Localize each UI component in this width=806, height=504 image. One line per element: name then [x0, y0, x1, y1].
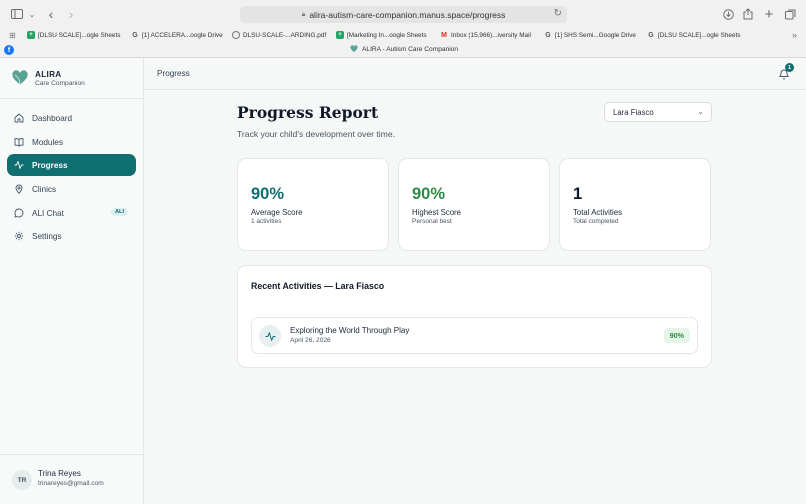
share-icon[interactable]	[742, 5, 754, 23]
activity-score-badge: 90%	[663, 328, 690, 343]
top-bar: Progress 1	[144, 58, 806, 90]
browser-toolbar: ⌄ ‹ › 🔒︎ alira-autism-care-companion.man…	[0, 0, 806, 28]
bookmark-item[interactable]: G [1] SHS Semi...Google Drive	[544, 28, 636, 42]
sidebar-item-label: Settings	[32, 231, 62, 241]
more-bookmarks-icon[interactable]: »	[792, 28, 797, 42]
compass-icon	[232, 31, 240, 39]
bookmark-item[interactable]: G [1] ACCELERA...oogle Drive	[131, 28, 223, 42]
sidebar-item-label: Modules	[32, 137, 63, 147]
book-icon	[14, 137, 24, 147]
notification-badge: 1	[785, 63, 794, 72]
brand-name: ALIRA	[35, 70, 62, 79]
forward-icon[interactable]: ›	[65, 5, 77, 23]
sidebar-item-modules[interactable]: Modules	[7, 131, 136, 153]
activity-name: Exploring the World Through Play	[290, 326, 410, 335]
bookmark-item[interactable]: DLSU-SCALE-...ARDING.pdf	[232, 28, 326, 42]
google-icon: G	[648, 31, 654, 39]
bookmark-label: [DLSU SCALE]...ogle Sheets	[658, 31, 741, 39]
heart-icon	[350, 45, 358, 52]
stat-card-highest: 90% Highest Score Personal best	[398, 158, 550, 251]
download-icon[interactable]	[721, 5, 735, 23]
chevron-down-icon: ⌄	[697, 107, 704, 116]
back-icon[interactable]: ‹	[45, 5, 57, 23]
sidebar-item-label: ALI Chat	[32, 208, 64, 218]
bookmark-item[interactable]: + [DLSU SCALE]...ogle Sheets	[27, 28, 120, 42]
gmail-icon: M	[441, 31, 447, 39]
url-text: alira-autism-care-companion.manus.space/…	[309, 9, 506, 20]
stat-hint: Total completed	[573, 218, 619, 225]
brand[interactable]: ALIRA Care Companion	[0, 58, 143, 99]
sidebar-item-progress[interactable]: Progress	[7, 154, 136, 176]
sidebar-item-ali-chat[interactable]: ALI Chat ALI	[7, 202, 136, 224]
stat-card-average: 90% Average Score 1 activities	[237, 158, 389, 251]
stat-hint: 1 activities	[251, 218, 282, 225]
bookmark-item[interactable]: G [DLSU SCALE]...ogle Sheets	[647, 28, 740, 42]
active-tab[interactable]: ALIRA - Autism Care Companion	[350, 45, 458, 53]
map-pin-icon	[14, 184, 24, 194]
user-profile[interactable]: TR Trina Reyes trinareyes@gmail.com	[0, 454, 143, 504]
address-bar[interactable]: 🔒︎ alira-autism-care-companion.manus.spa…	[240, 6, 567, 23]
tab-row: f ALIRA - Autism Care Companion	[0, 42, 806, 58]
stat-value: 90%	[412, 185, 446, 203]
brand-subtitle: Care Companion	[35, 80, 85, 87]
gear-icon	[14, 231, 24, 241]
stat-label: Highest Score	[412, 208, 461, 217]
page-subtitle: Track your child's development over time…	[237, 129, 395, 139]
lock-icon: 🔒︎	[301, 10, 306, 18]
main-content: Progress 1 Progress Report Track your ch…	[144, 58, 806, 504]
sidebar-item-label: Clinics	[32, 184, 57, 194]
bookmark-item[interactable]: M Inbox (15,966)...iversity Mail	[440, 28, 531, 42]
sidebar-item-settings[interactable]: Settings	[7, 225, 136, 247]
sheets-icon: +	[27, 31, 35, 39]
stat-value: 90%	[251, 185, 285, 203]
activity-icon	[14, 160, 24, 170]
stat-label: Average Score	[251, 208, 303, 217]
grid-icon[interactable]: ⊞	[9, 28, 16, 42]
recent-activities-title: Recent Activities — Lara Fiasco	[251, 281, 385, 291]
sidebar-toggle-icon[interactable]	[10, 5, 24, 23]
tab-title: ALIRA - Autism Care Companion	[362, 45, 459, 53]
ali-badge: ALI	[110, 208, 128, 216]
google-icon: G	[132, 31, 138, 39]
bookmark-label: [1] SHS Semi...Google Drive	[555, 31, 636, 39]
sidebar: ALIRA Care Companion Dashboard Modules P…	[0, 58, 144, 504]
home-icon	[14, 113, 24, 123]
bookmark-item[interactable]: + [Marketing In...oogle Sheets	[336, 28, 427, 42]
bookmark-label: Inbox (15,966)...iversity Mail	[451, 31, 531, 39]
chat-icon	[14, 208, 24, 218]
reload-icon[interactable]: ↻	[554, 8, 562, 19]
child-select[interactable]: Lara Fiasco ⌄	[604, 102, 712, 122]
facebook-icon[interactable]: f	[4, 45, 14, 55]
stat-value: 1	[573, 185, 583, 203]
browser-chrome: ⌄ ‹ › 🔒︎ alira-autism-care-companion.man…	[0, 0, 806, 58]
activity-date: April 26, 2026	[290, 337, 331, 344]
sidebar-item-label: Progress	[32, 160, 68, 170]
recent-activities-card: Recent Activities — Lara Fiasco Explorin…	[237, 265, 712, 368]
new-tab-icon[interactable]: +	[763, 5, 775, 23]
bookmark-label: DLSU-SCALE-...ARDING.pdf	[243, 31, 327, 39]
activity-item[interactable]: Exploring the World Through Play April 2…	[251, 317, 698, 354]
avatar: TR	[12, 470, 32, 490]
heart-logo-icon	[12, 70, 28, 85]
bookmark-label: [Marketing In...oogle Sheets	[347, 31, 427, 39]
chevron-down-icon[interactable]: ⌄	[28, 5, 36, 23]
user-name: Trina Reyes	[38, 469, 81, 478]
stat-card-total: 1 Total Activities Total completed	[559, 158, 711, 251]
sidebar-item-clinics[interactable]: Clinics	[7, 178, 136, 200]
page-title: Progress Report	[237, 103, 379, 122]
bookmark-label: [DLSU SCALE]...ogle Sheets	[38, 31, 121, 39]
child-select-value: Lara Fiasco	[613, 107, 654, 117]
google-icon: G	[545, 31, 551, 39]
bookmarks-bar: ⊞ + [DLSU SCALE]...ogle Sheets G [1] ACC…	[0, 28, 806, 42]
user-email: trinareyes@gmail.com	[38, 480, 104, 487]
breadcrumb: Progress	[157, 69, 190, 78]
sidebar-item-dashboard[interactable]: Dashboard	[7, 107, 136, 129]
stat-hint: Personal best	[412, 218, 452, 225]
tab-overview-icon[interactable]	[784, 5, 796, 23]
activity-icon	[259, 325, 281, 347]
sheets-icon: +	[336, 31, 344, 39]
stat-label: Total Activities	[573, 208, 622, 217]
sidebar-item-label: Dashboard	[32, 113, 73, 123]
bookmark-label: [1] ACCELERA...oogle Drive	[142, 31, 223, 39]
